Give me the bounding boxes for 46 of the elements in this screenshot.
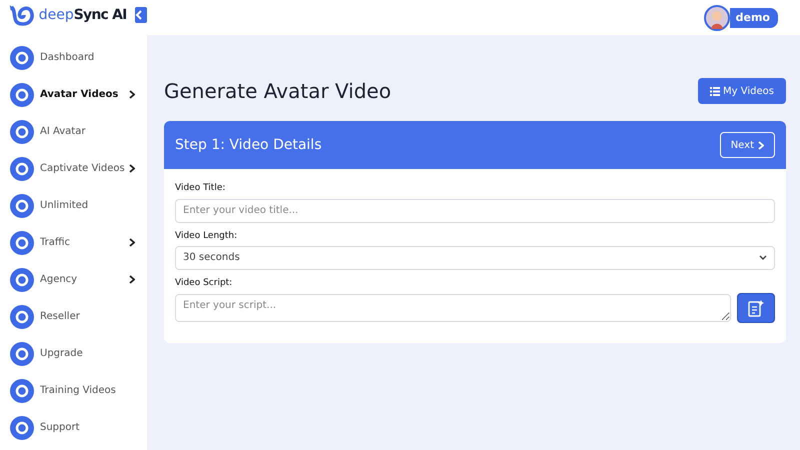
chevron-right-icon bbox=[758, 140, 764, 150]
user-menu[interactable]: demo bbox=[730, 8, 778, 28]
chevron-down-icon bbox=[759, 254, 767, 260]
my-videos-button[interactable]: My Videos bbox=[698, 78, 786, 104]
field-label: Video Title: bbox=[175, 183, 226, 193]
sidebar-item[interactable]: Reseller bbox=[10, 298, 147, 335]
round-menu-icon bbox=[10, 268, 34, 292]
script-text-field[interactable]: Enter your script... bbox=[175, 294, 731, 322]
document-sparkle-icon bbox=[748, 298, 764, 316]
chevron-icon bbox=[129, 275, 135, 284]
round-menu-icon bbox=[10, 342, 34, 366]
page-title: Generate Avatar Video bbox=[164, 79, 392, 103]
round-menu-icon bbox=[10, 194, 34, 218]
length-dropdown[interactable]: 30 seconds bbox=[175, 246, 775, 270]
round-menu-icon bbox=[10, 416, 34, 440]
sidebar-item[interactable]: Dashboard bbox=[10, 39, 147, 76]
round-menu-icon bbox=[10, 230, 34, 254]
list-icon bbox=[710, 86, 720, 96]
round-menu-icon bbox=[10, 304, 34, 328]
sidebar-item[interactable]: Traffic bbox=[10, 224, 147, 261]
title-input-field[interactable]: Enter your video title... bbox=[175, 198, 775, 222]
sidebar-item[interactable]: Unlimited bbox=[10, 187, 147, 224]
round-menu-icon bbox=[10, 378, 34, 402]
round-menu-icon bbox=[10, 46, 34, 70]
card-title: Step 1: Video Details bbox=[175, 137, 322, 153]
sidebar-item[interactable]: Upgrade bbox=[10, 335, 147, 372]
chevron-icon bbox=[129, 238, 135, 247]
collapse-button[interactable] bbox=[134, 7, 147, 23]
generate-script-button[interactable] bbox=[737, 292, 775, 322]
field-label: Video Length: bbox=[175, 230, 238, 240]
chevron-icon bbox=[129, 90, 135, 99]
sidebar-item[interactable]: Agency bbox=[10, 261, 147, 298]
sidebar-item[interactable]: AI Avatar bbox=[10, 113, 147, 150]
avatar-icon bbox=[704, 4, 730, 30]
round-menu-icon bbox=[10, 120, 34, 144]
brand-name-suffix: Sync AI bbox=[74, 7, 127, 23]
chevron-icon bbox=[129, 164, 135, 173]
sidebar-item[interactable]: Support bbox=[10, 409, 147, 446]
sidebar-item[interactable]: Training Videos bbox=[10, 372, 147, 409]
sidebar-item[interactable]: Avatar Videos bbox=[10, 76, 147, 113]
next-button[interactable]: Next bbox=[720, 132, 775, 158]
round-menu-icon bbox=[10, 156, 34, 180]
brand-name: deep bbox=[38, 7, 74, 23]
field-label: Video Script: bbox=[175, 278, 234, 288]
round-menu-icon bbox=[10, 82, 34, 106]
sidebar-item[interactable]: Captivate Videos bbox=[10, 150, 147, 187]
